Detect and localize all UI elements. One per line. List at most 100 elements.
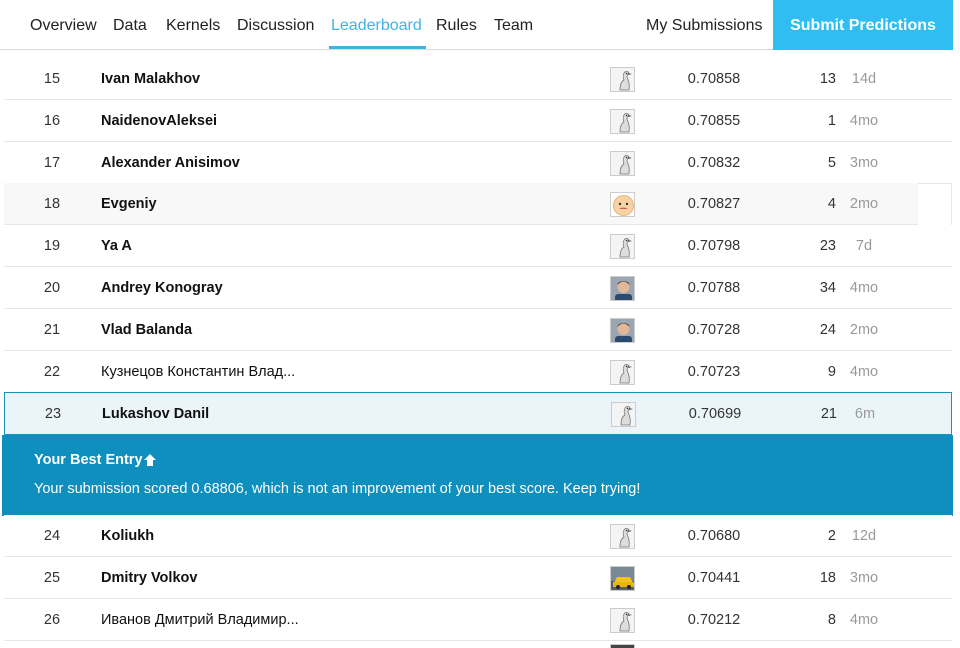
arrow-up-icon	[144, 454, 156, 466]
score-cell: 0.70723	[687, 364, 741, 380]
tab-team[interactable]: Team	[494, 0, 533, 50]
team-name-link[interactable]: Alexander Anisimov	[101, 142, 361, 184]
last-submission-cell: 7d	[855, 238, 873, 254]
rank-cell: 26	[43, 612, 61, 628]
my-team-row[interactable]: 23 Lukashov Danil 0.70699 21 6m	[4, 392, 952, 442]
rank-cell: 16	[43, 113, 61, 129]
last-submission-cell: 4mo	[849, 280, 879, 296]
last-submission-cell: 3mo	[849, 155, 879, 171]
team-name-link[interactable]: Ya A	[101, 225, 361, 267]
goose-icon[interactable]	[610, 360, 635, 385]
last-submission-cell: 4mo	[849, 364, 879, 380]
table-row[interactable]: 17 Alexander Anisimov 0.70832 5 3mo	[4, 142, 952, 184]
rank-cell: 22	[43, 364, 61, 380]
tier-dots	[610, 593, 615, 606]
tier-dots	[610, 345, 625, 358]
table-row-partial	[4, 641, 952, 648]
table-row[interactable]: 20 Andrey Konogray 0.70788 34 4mo	[4, 267, 952, 309]
tab-leaderboard[interactable]: Leaderboard	[329, 0, 426, 50]
cartoon-face-icon[interactable]	[610, 192, 635, 217]
team-name-link[interactable]: Lukashov Danil	[102, 393, 362, 435]
last-submission-cell: 3mo	[849, 570, 879, 586]
tab-rules[interactable]: Rules	[436, 0, 477, 50]
entries-cell: 24	[819, 322, 836, 338]
table-row[interactable]: 16 NaidenovAleksei 0.70855 1 4mo	[4, 100, 952, 149]
app: 15 Ivan Malakhov 0.70858 13 14d 16 NaidenovAle…	[0, 0, 960, 648]
entries-cell: 1	[827, 113, 836, 129]
entries-cell: 34	[819, 280, 836, 296]
rank-cell: 24	[43, 528, 61, 544]
last-submission-cell: 6m	[854, 406, 876, 422]
score-cell: 0.70855	[687, 113, 741, 129]
entries-cell: 21	[820, 406, 837, 422]
goose-icon[interactable]	[610, 109, 635, 134]
nav-edge	[953, 0, 960, 50]
score-cell: 0.70832	[687, 155, 741, 171]
competition-nav: Overview Data Kernels Discussion Leaderb…	[0, 0, 960, 50]
tab-discussion[interactable]: Discussion	[237, 0, 314, 50]
last-submission-cell: 14d	[851, 71, 877, 87]
score-cell: 0.70699	[688, 406, 742, 422]
table-row[interactable]: 19 Ya A 0.70798 23 7d	[4, 225, 952, 274]
tier-dots	[610, 387, 615, 400]
goose-icon[interactable]	[610, 67, 635, 92]
tier-dots	[610, 94, 615, 107]
table-row[interactable]: 21 Vlad Balanda 0.70728 24 2mo	[4, 309, 952, 358]
last-submission-cell: 2mo	[849, 196, 879, 212]
goose-icon[interactable]	[610, 151, 635, 176]
banner-message: Your submission scored 0.68806, which is…	[34, 481, 641, 497]
score-cell: 0.70858	[687, 71, 741, 87]
goose-icon[interactable]	[611, 402, 636, 427]
my-submissions-link[interactable]: My Submissions	[646, 0, 762, 50]
table-row[interactable]: 24 Koliukh 0.70680 2 12d	[4, 515, 952, 564]
tab-data[interactable]: Data	[113, 0, 147, 50]
rank-cell: 17	[43, 155, 61, 171]
rank-cell: 15	[43, 71, 61, 87]
score-cell: 0.70798	[687, 238, 741, 254]
submit-predictions-button[interactable]: Submit Predictions	[773, 0, 953, 50]
last-submission-cell: 2mo	[849, 322, 879, 338]
entries-cell: 9	[827, 364, 836, 380]
team-name-link[interactable]: Иванов Дмитрий Владимир...	[101, 599, 361, 641]
team-name-link[interactable]: Vlad Balanda	[101, 309, 361, 351]
entries-cell: 2	[827, 528, 836, 544]
entries-cell: 18	[819, 570, 836, 586]
score-cell: 0.70728	[687, 322, 741, 338]
goose-icon[interactable]	[610, 234, 635, 259]
score-cell: 0.70788	[687, 280, 741, 296]
entries-cell: 4	[827, 196, 836, 212]
tier-dots	[610, 261, 615, 274]
team-name-link[interactable]: Кузнецов Константин Влад...	[101, 351, 361, 393]
avatar-partial	[610, 644, 635, 648]
person-photo-icon[interactable]	[610, 318, 635, 343]
entries-cell: 23	[819, 238, 836, 254]
tier-dots	[611, 429, 616, 442]
rank-cell: 21	[43, 322, 61, 338]
team-name-link[interactable]: Koliukh	[101, 515, 361, 557]
rank-cell: 25	[43, 570, 61, 586]
table-row[interactable]: 18 Evgeniy 0.70827 4 2mo	[4, 183, 918, 225]
team-name-link[interactable]: Dmitry Volkov	[101, 557, 361, 599]
team-name-link[interactable]: Evgeniy	[101, 183, 361, 225]
score-cell: 0.70680	[687, 528, 741, 544]
rank-cell: 23	[44, 406, 62, 422]
table-row[interactable]: 26 Иванов Дмитрий Владимир... 0.70212 8 4mo	[4, 599, 952, 648]
rank-cell: 19	[43, 238, 61, 254]
banner-title: Your Best Entry	[34, 452, 143, 468]
goose-icon[interactable]	[610, 524, 635, 549]
car-photo-icon[interactable]	[610, 566, 635, 591]
entries-cell: 13	[819, 71, 836, 87]
table-row[interactable]: 22 Кузнецов Константин Влад... 0.70723 9 4mo	[4, 351, 952, 400]
team-name-link[interactable]: Andrey Konogray	[101, 267, 361, 309]
entries-cell: 8	[827, 612, 836, 628]
team-name-link[interactable]: NaidenovAleksei	[101, 100, 361, 142]
table-row[interactable]: 15 Ivan Malakhov 0.70858 13 14d	[4, 58, 952, 107]
tab-kernels[interactable]: Kernels	[166, 0, 220, 50]
last-submission-cell: 12d	[851, 528, 877, 544]
person-photo-icon[interactable]	[610, 276, 635, 301]
team-name-link[interactable]: Ivan Malakhov	[101, 58, 361, 100]
goose-icon[interactable]	[610, 608, 635, 633]
table-row[interactable]: 25 Dmitry Volkov 0.70441 18 3mo	[4, 557, 952, 606]
tab-overview[interactable]: Overview	[30, 0, 97, 50]
tier-dots	[610, 51, 620, 64]
